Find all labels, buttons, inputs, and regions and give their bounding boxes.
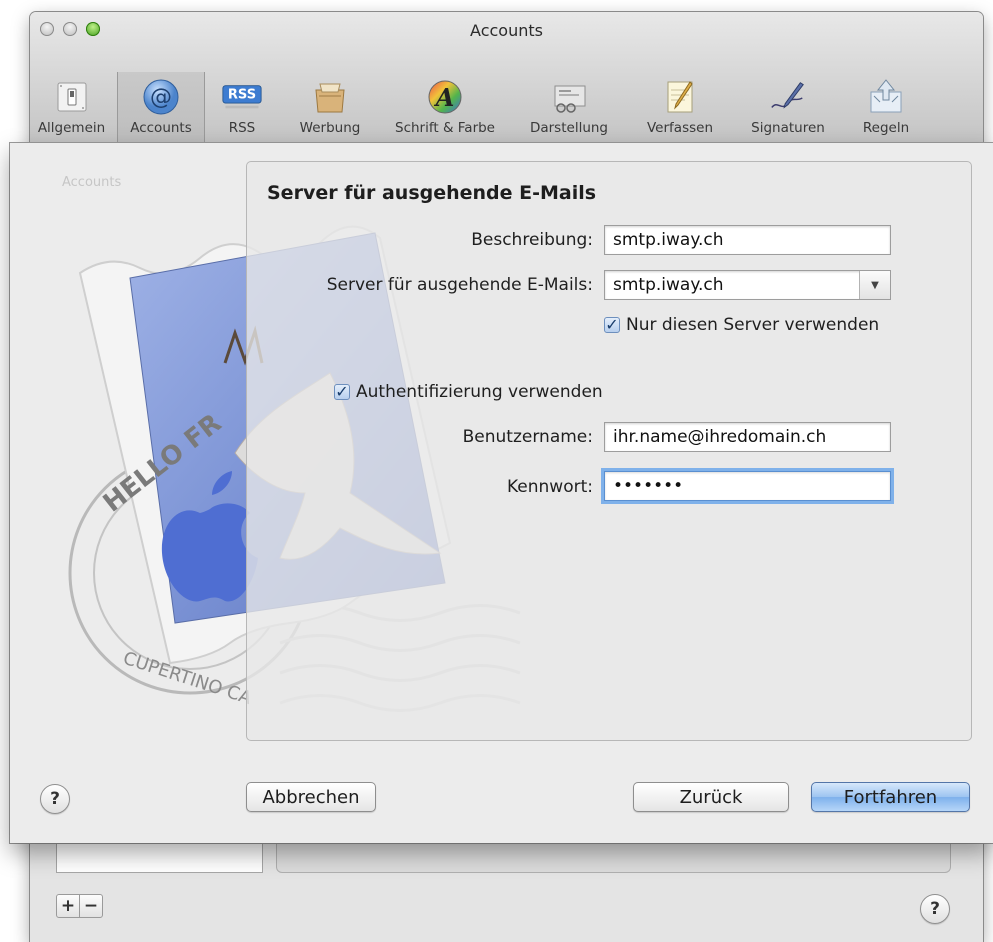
panel-title: Server für ausgehende E-Mails	[267, 182, 597, 204]
add-remove-control: + −	[56, 894, 103, 918]
description-field[interactable]: smtp.iway.ch	[604, 225, 891, 255]
general-switch-icon	[52, 78, 92, 116]
use-auth-row[interactable]: ✓ Authentifizierung verwenden	[334, 382, 603, 402]
account-detail-panel	[276, 842, 951, 873]
back-button[interactable]: Zurück	[633, 782, 789, 812]
viewing-icon	[549, 78, 589, 116]
toolbar-item-allgemein[interactable]: Allgemein	[30, 72, 113, 144]
accounts-pane-lower: + − ?	[30, 842, 983, 942]
toolbar-label: Werbung	[299, 120, 361, 136]
username-label: Benutzername:	[462, 427, 593, 447]
outgoing-server-panel: Server für ausgehende E-Mails Beschreibu…	[246, 161, 972, 741]
continue-button[interactable]: Fortfahren	[811, 782, 970, 812]
toolbar-item-verfassen[interactable]: Verfassen	[630, 72, 730, 144]
use-auth-label: Authentifizierung verwenden	[356, 382, 603, 402]
toolbar-label: Darstellung	[529, 120, 609, 136]
toolbar-item-signaturen[interactable]: Signaturen	[732, 72, 844, 144]
toolbar-label: Accounts	[130, 120, 192, 136]
username-field[interactable]: ihr.name@ihredomain.ch	[604, 422, 891, 452]
help-button[interactable]: ?	[40, 784, 70, 814]
toolbar-label: Schrift & Farbe	[395, 120, 495, 136]
window-title: Accounts	[470, 21, 543, 40]
password-label: Kennwort:	[507, 477, 593, 497]
accounts-list[interactable]	[56, 842, 263, 873]
only-this-server-row[interactable]: ✓ Nur diesen Server verwenden	[604, 315, 879, 335]
password-field[interactable]: •••••••	[604, 471, 891, 501]
outgoing-server-value: smtp.iway.ch	[613, 275, 724, 295]
remove-account-button[interactable]: −	[80, 895, 102, 917]
svg-text:A: A	[434, 83, 455, 112]
cancel-button[interactable]: Abbrechen	[246, 782, 376, 812]
dropdown-arrow-icon[interactable]: ▼	[859, 271, 890, 299]
only-this-server-checkbox[interactable]: ✓	[604, 317, 620, 333]
setup-assistant-sheet: Accounts HELLO FR CUPERTINO CA Server fü…	[10, 143, 993, 843]
background-accounts-label: Accounts	[62, 175, 122, 190]
toolbar-label: Verfassen	[647, 120, 713, 136]
outgoing-server-label: Server für ausgehende E-Mails:	[326, 275, 593, 295]
rss-icon: RSS	[222, 78, 262, 116]
fonts-colors-icon: A	[425, 78, 465, 116]
composing-icon	[660, 78, 700, 116]
toolbar-label: Regeln	[862, 120, 910, 136]
toolbar-label: Allgemein	[37, 120, 106, 136]
at-sign-icon: @	[141, 78, 181, 116]
svg-text:RSS: RSS	[228, 88, 256, 103]
signature-pen-icon	[768, 78, 808, 116]
only-this-server-label: Nur diesen Server verwenden	[626, 315, 880, 335]
junk-mail-icon	[310, 78, 350, 116]
preferences-toolbar: Allgemein @ Accounts RSS RSS Werbung A S…	[30, 72, 983, 144]
help-button[interactable]: ?	[920, 894, 950, 924]
toolbar-item-rss[interactable]: RSS RSS	[212, 72, 272, 144]
use-auth-checkbox[interactable]: ✓	[334, 384, 350, 400]
toolbar-item-regeln[interactable]: Regeln	[848, 72, 924, 144]
description-label: Beschreibung:	[471, 230, 593, 250]
svg-text:@: @	[150, 85, 172, 110]
add-account-button[interactable]: +	[57, 895, 80, 917]
toolbar-item-darstellung[interactable]: Darstellung	[512, 72, 626, 144]
toolbar-label: RSS	[228, 120, 256, 136]
rules-icon	[866, 78, 906, 116]
toolbar-item-werbung[interactable]: Werbung	[280, 72, 380, 144]
toolbar-item-schrift-farbe[interactable]: A Schrift & Farbe	[380, 72, 510, 144]
outgoing-server-combobox[interactable]: smtp.iway.ch ▼	[604, 270, 891, 300]
toolbar-item-accounts[interactable]: @ Accounts	[117, 72, 205, 144]
title-bar: Accounts Allgemein @ Accounts RSS RSS We…	[30, 12, 983, 145]
toolbar-label: Signaturen	[751, 120, 825, 136]
